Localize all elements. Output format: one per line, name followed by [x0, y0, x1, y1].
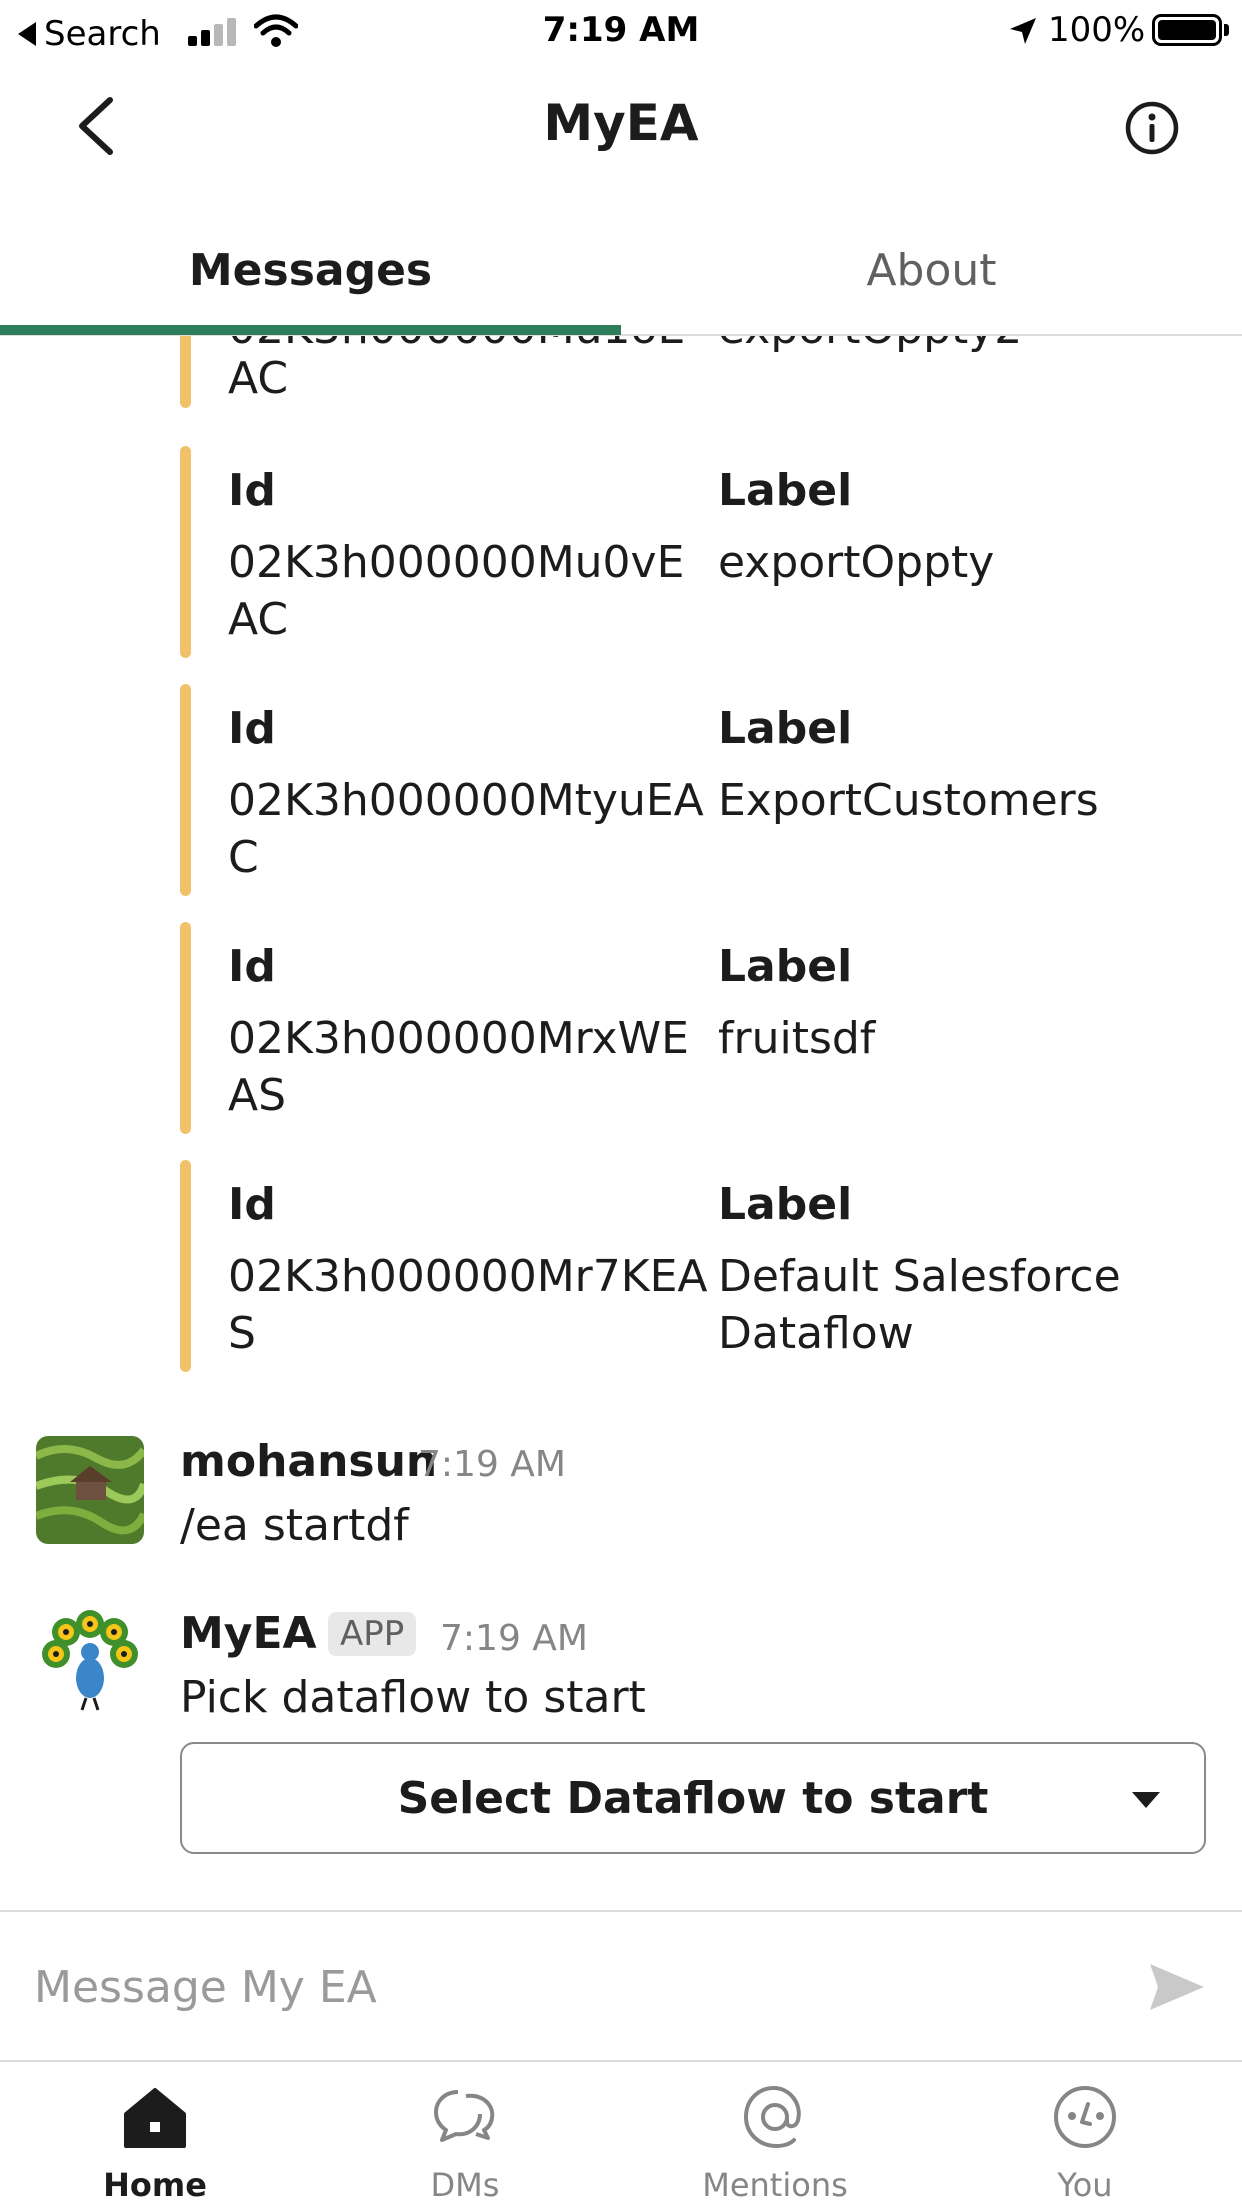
select-dataflow-label: Select Dataflow to start — [397, 1772, 989, 1824]
record-label-value: exportOppty — [718, 537, 995, 588]
you-icon — [1054, 2086, 1116, 2148]
partial-record-id-tail: AC — [228, 353, 289, 404]
tab-mentions-label: Mentions — [702, 2166, 848, 2204]
dropdown-caret-icon — [1132, 1792, 1160, 1808]
partial-record-label: exportOppty2 — [718, 336, 1158, 357]
record-label-value: Default Salesforce Dataflow — [718, 1251, 1121, 1359]
mentions-icon — [743, 2085, 801, 2149]
tab-about[interactable]: About — [621, 206, 1242, 334]
record-label-value: ExportCustomers — [718, 775, 1099, 826]
attachment-color-bar — [180, 684, 191, 896]
record-id-header: Id — [228, 1179, 276, 1230]
attachment-color-bar — [180, 1160, 191, 1372]
location-arrow-icon — [1010, 18, 1036, 44]
attachment-color-bar — [180, 446, 191, 658]
peacock-app-icon — [36, 1608, 144, 1716]
tab-messages[interactable]: Messages — [0, 206, 621, 334]
back-chevron-icon[interactable] — [70, 94, 126, 158]
dms-icon — [434, 2090, 495, 2142]
record-id-value: 02K3h000000MtyuEAC — [228, 775, 704, 883]
record-label-header: Label — [718, 703, 853, 754]
message-text: Pick dataflow to start — [180, 1672, 646, 1723]
battery-cap — [1224, 24, 1229, 36]
tab-you[interactable]: You — [930, 2062, 1240, 2208]
message-timestamp: 7:19 AM — [418, 1444, 566, 1485]
message-timestamp: 7:19 AM — [440, 1618, 588, 1659]
info-icon[interactable] — [1124, 100, 1180, 156]
user-avatar-image — [36, 1436, 144, 1544]
record-label-header: Label — [718, 465, 853, 516]
avatar[interactable] — [36, 1436, 144, 1544]
channel-tabs: Messages About — [0, 206, 1242, 336]
message-author[interactable]: mohansun — [180, 1436, 437, 1487]
tab-you-label: You — [1057, 2166, 1113, 2204]
record-id-header: Id — [228, 703, 276, 754]
nav-bar: MyEA — [0, 64, 1242, 188]
message-composer — [0, 1910, 1242, 2060]
record-label-value: fruitsdf — [718, 1013, 876, 1064]
message-list[interactable]: 02K3h000000Mu1oE exportOppty2 AC Id Labe… — [0, 336, 1242, 1910]
record-label-header: Label — [718, 1179, 853, 1230]
avatar[interactable] — [36, 1608, 144, 1716]
record-id-header: Id — [228, 465, 276, 516]
message-author[interactable]: MyEA — [180, 1608, 317, 1659]
tab-mentions[interactable]: Mentions — [620, 2062, 930, 2208]
record-id-value: 02K3h000000Mu0vEAC — [228, 537, 685, 645]
message-input[interactable] — [34, 1952, 1114, 2022]
select-dataflow-dropdown[interactable]: Select Dataflow to start — [180, 1742, 1206, 1854]
tab-home[interactable]: Home — [0, 2062, 310, 2208]
attachment-color-bar — [180, 922, 191, 1134]
tab-dms-label: DMs — [430, 2166, 500, 2204]
active-tab-indicator — [0, 325, 621, 335]
tab-dms[interactable]: DMs — [310, 2062, 620, 2208]
send-icon[interactable] — [1148, 1960, 1206, 2014]
status-bar: Search 7:19 AM 100% — [0, 0, 1242, 64]
channel-title: MyEA — [543, 94, 699, 152]
record-id-value: 02K3h000000Mr7KEAS — [228, 1251, 708, 1359]
record-label-header: Label — [718, 941, 853, 992]
bottom-tab-bar: Home DMs Mentions You — [0, 2060, 1242, 2208]
home-icon — [124, 2088, 186, 2148]
battery-percentage: 100% — [1048, 10, 1146, 50]
tab-home-label: Home — [103, 2166, 207, 2204]
attachment-color-bar — [180, 336, 191, 408]
app-badge: APP — [328, 1612, 417, 1656]
message-text: /ea startdf — [180, 1500, 409, 1551]
record-id-header: Id — [228, 941, 276, 992]
record-id-value: 02K3h000000MrxWEAS — [228, 1013, 689, 1121]
battery-icon — [1152, 14, 1222, 46]
